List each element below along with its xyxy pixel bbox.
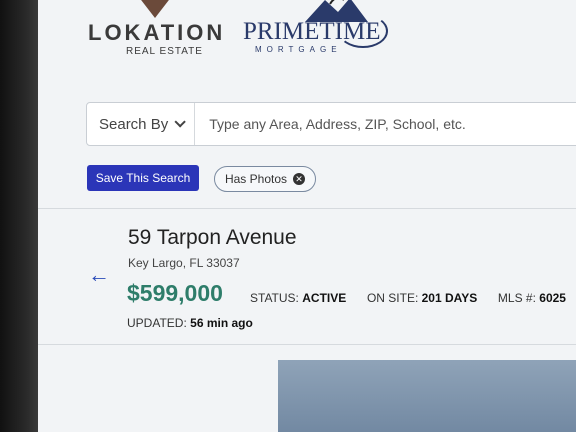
search-input[interactable] — [209, 116, 576, 132]
updated-label: UPDATED: — [127, 316, 187, 330]
filter-chip-label: Has Photos — [224, 172, 288, 186]
filter-chip-has-photos[interactable]: Has Photos ✕ — [214, 166, 316, 192]
status-label: STATUS: — [250, 291, 299, 305]
listing-city-state-zip: Key Largo, FL 33037 — [128, 256, 240, 270]
onsite-value: 201 DAYS — [421, 291, 478, 305]
section-divider — [38, 344, 576, 345]
search-by-label: Search By — [99, 115, 169, 133]
monitor-bezel — [0, 0, 38, 432]
section-divider — [38, 208, 576, 209]
lokation-logo-text: LOKATION — [88, 20, 226, 45]
updated-value: 56 min ago — [190, 316, 253, 330]
primetime-logo-subtitle: MORTGAGE — [255, 45, 342, 54]
lokation-logo-icon — [138, 0, 172, 18]
search-bar: Search By — [86, 102, 576, 146]
listing-updated: UPDATED: 56 min ago — [127, 316, 253, 330]
header-logos: LOKATION REAL ESTATE PRIMETIME MORTGAGE — [38, 0, 576, 70]
chevron-down-icon — [174, 116, 186, 128]
listing-meta: STATUS: ACTIVE ON SITE: 201 DAYS MLS #: … — [250, 291, 566, 305]
browser-viewport: LOKATION REAL ESTATE PRIMETIME MORTGAGE … — [38, 0, 576, 432]
arrow-left-icon[interactable]: ← — [88, 262, 110, 288]
status-value: ACTIVE — [302, 291, 347, 305]
mls-value: 6025 — [539, 291, 566, 305]
listing-photo[interactable] — [278, 360, 576, 432]
primetime-logo-swoosh — [338, 14, 388, 48]
save-search-button[interactable]: Save This Search — [87, 165, 199, 191]
search-by-dropdown[interactable]: Search By — [87, 103, 196, 145]
mls-label: MLS #: — [497, 291, 536, 305]
listing-address: 59 Tarpon Avenue — [128, 226, 297, 249]
close-circle-icon[interactable]: ✕ — [293, 173, 306, 185]
listing-price: $599,000 — [127, 280, 223, 306]
lokation-logo-subtitle: REAL ESTATE — [126, 46, 203, 57]
onsite-label: ON SITE: — [366, 291, 419, 305]
